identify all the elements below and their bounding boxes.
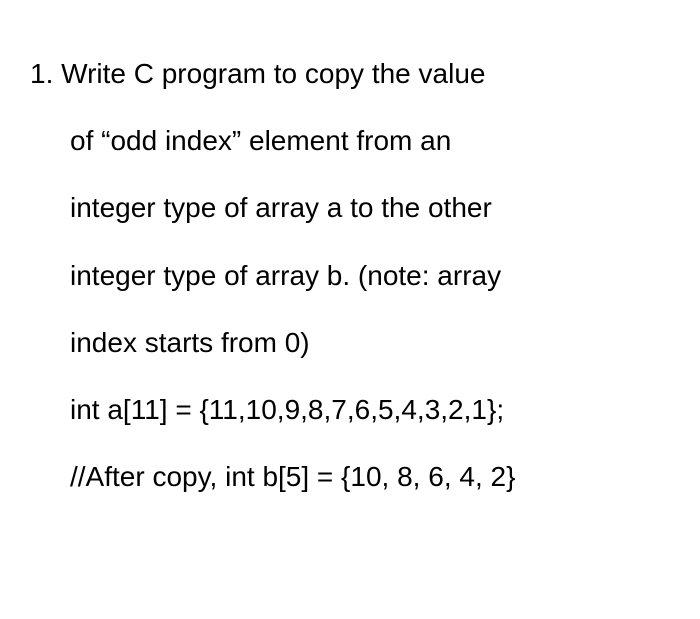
question-line-5: index starts from 0)	[30, 309, 660, 376]
code-line-array-b: //After copy, int b[5] = {10, 8, 6, 4, 2…	[30, 443, 660, 510]
question-first-line: 1. Write C program to copy the value	[30, 40, 660, 107]
code-line-array-a: int a[11] = {11,10,9,8,7,6,5,4,3,2,1};	[30, 376, 660, 443]
question-line-2: of “odd index” element from an	[30, 107, 660, 174]
question-block: 1. Write C program to copy the value of …	[30, 40, 660, 510]
question-line-1: Write C program to copy the value	[61, 58, 485, 89]
question-line-4: integer type of array b. (note: array	[30, 242, 660, 309]
question-line-3: integer type of array a to the other	[30, 174, 660, 241]
question-number: 1.	[30, 58, 53, 89]
